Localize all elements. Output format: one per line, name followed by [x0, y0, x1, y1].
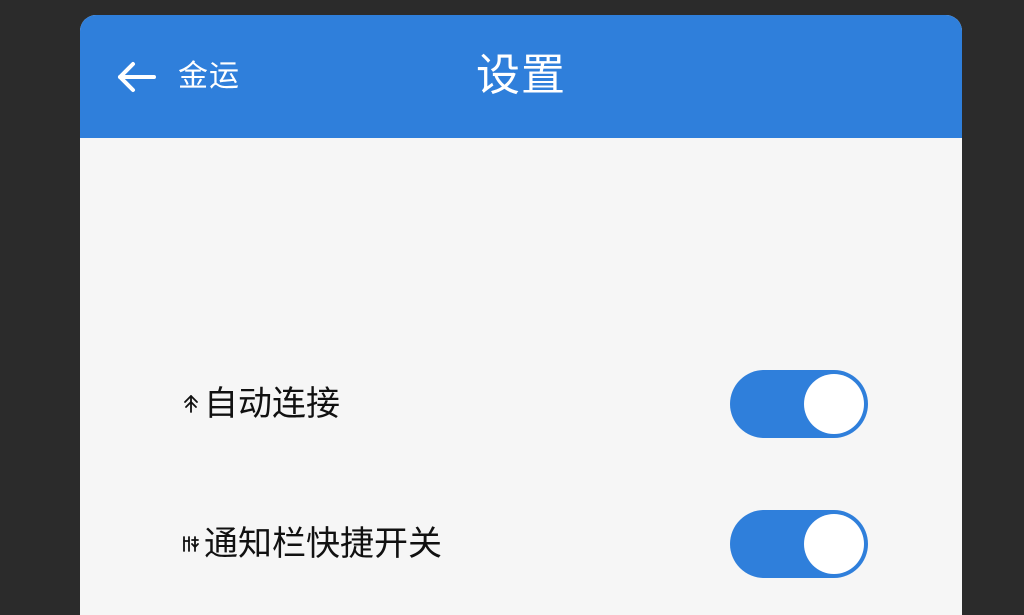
- setting-label-notification-shortcut: 通知栏快捷开关: [180, 527, 442, 561]
- setting-label-text: 通知栏快捷开关: [204, 524, 442, 564]
- setting-row-notification-shortcut: 通知栏快捷开关: [80, 504, 962, 584]
- toggle-knob: [804, 514, 864, 574]
- settings-window: 金运 设置 自动连接 通知栏快捷开关: [80, 15, 962, 615]
- notification-shortcut-toggle[interactable]: [730, 510, 868, 578]
- auto-connect-toggle[interactable]: [730, 370, 868, 438]
- toggle-knob: [804, 374, 864, 434]
- setting-label-auto-connect: 自动连接: [180, 387, 340, 421]
- quick-toggle-icon: [180, 533, 202, 555]
- setting-label-text: 自动连接: [204, 384, 340, 424]
- setting-row-auto-connect: 自动连接: [80, 364, 962, 444]
- settings-header: 金运 设置: [80, 15, 962, 138]
- auto-connect-icon: [180, 393, 202, 415]
- page-title: 设置: [476, 50, 566, 101]
